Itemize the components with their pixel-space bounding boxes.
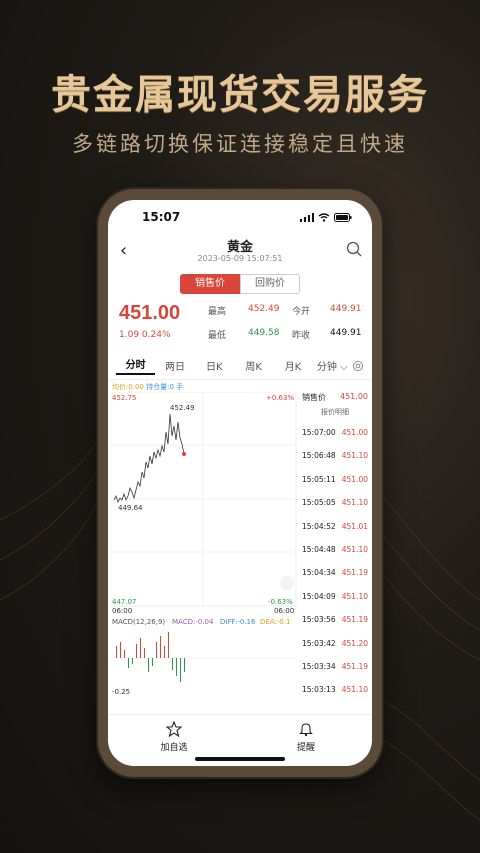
star-plus-icon (165, 720, 183, 738)
y-min-label: 447.07 (112, 598, 137, 606)
quote-panel: 451.00 1.09 0.24% 最高 452.49 今开 449.91 最低… (108, 300, 372, 350)
chart-legend: 均价:0.00 持仓量:0 手 (112, 382, 183, 392)
tick-list: 销售价 451.00 报价明细 15:07:00 451.00 15:06:48 4… (298, 390, 372, 702)
high-label: 最高 (208, 307, 227, 317)
alert-label: 提醒 (296, 743, 315, 753)
tick-row: 15:05:11 451.00 (302, 474, 368, 484)
bell-icon (299, 723, 313, 737)
tick-header-label: 销售价 (302, 393, 326, 402)
last-price-dot (182, 452, 186, 456)
tick-row: 15:04:09 451.10 (302, 591, 368, 601)
macd-value: MACD:-0.04 (172, 618, 214, 626)
chart-area: 均价:0.00 持仓量:0 手 452.75 +0.63% 447.07 -0.… (108, 380, 372, 700)
prev-close-label: 昨收 (292, 331, 311, 341)
tab-buyback-price[interactable]: 回购价 (240, 274, 300, 294)
dea-value: DEA:-0.1 (260, 618, 291, 626)
price-type-toggle: 销售价 回购价 (108, 274, 372, 294)
high-mark-label: 452.49 (170, 404, 195, 412)
add-favorite-label: 加自选 (160, 743, 188, 753)
page-title: 黄金 (226, 240, 253, 255)
intraday-chart[interactable]: 452.75 +0.63% 447.07 -0.63% 452.49 449.6… (110, 392, 298, 698)
status-bar: 15:07 (108, 200, 372, 234)
macd-min-label: -0.25 (112, 688, 130, 696)
tab-weekly-k[interactable]: 周K (234, 358, 273, 373)
macd-histogram (116, 632, 185, 682)
tick-row: 15:03:34 451.19 (302, 661, 368, 671)
headline: 贵金属现货交易服务 (51, 72, 429, 118)
tab-two-day[interactable]: 两日 (155, 358, 194, 373)
tab-daily-k[interactable]: 日K (195, 358, 234, 373)
tick-row: 15:04:34 451.19 (302, 568, 368, 578)
page-datetime: 2023-05-09 15:07:51 (197, 254, 283, 263)
phone-screen: 15:07 ‹ 黄金 2023-05-09 15:07:51 销售价 回购价 4… (108, 200, 372, 766)
tick-row: 15:04:52 451.01 (302, 521, 368, 531)
high-value: 452.49 (248, 304, 280, 314)
wifi-icon (318, 212, 330, 222)
diff-value: DIFF:-0.16 (220, 618, 256, 626)
tick-row: 15:07:00 451.00 (302, 428, 368, 437)
tab-monthly-k[interactable]: 月K (273, 358, 312, 373)
tick-row: 15:06:48 451.10 (302, 451, 368, 461)
macd-label: MACD(12,26,9) (112, 618, 165, 626)
avg-price-label: 均价:0.00 (112, 383, 144, 391)
chart-tool-icon[interactable] (280, 576, 294, 590)
y-min-pct-label: -0.63% (268, 598, 293, 606)
tick-row: 15:03:42 451.20 (302, 638, 368, 648)
tab-sale-price[interactable]: 销售价 (180, 274, 240, 294)
tab-minute[interactable]: 分钟 ⌵ (313, 358, 352, 373)
open-label: 今开 (292, 307, 311, 317)
time-end-label: 06:00 (274, 607, 294, 615)
tick-row: 15:04:48 451.10 (302, 544, 368, 554)
tick-row: 15:05:05 451.10 (302, 498, 368, 508)
tick-sub-title: 报价明细 (321, 408, 349, 416)
status-time: 15:07 (142, 210, 181, 224)
low-mark-label: 449.64 (118, 504, 143, 512)
current-price: 451.00 (119, 302, 181, 324)
open-value: 449.91 (330, 304, 362, 314)
low-value: 449.58 (248, 328, 280, 338)
bottom-action-bar: 加自选 提醒 (108, 714, 372, 754)
tick-header-value: 451.00 (340, 392, 368, 401)
nav-bar: ‹ 黄金 2023-05-09 15:07:51 (108, 234, 372, 268)
tab-intraday[interactable]: 分时 (116, 356, 156, 375)
tick-row: 15:03:56 451.19 (302, 615, 368, 625)
time-start-label: 06:00 (112, 607, 132, 615)
y-max-label: 452.75 (112, 394, 137, 402)
low-label: 最低 (208, 331, 227, 341)
home-indicator (195, 757, 285, 761)
alert-button[interactable]: 提醒 (240, 715, 372, 754)
search-icon[interactable] (346, 241, 362, 257)
price-change: 1.09 0.24% (119, 330, 171, 340)
period-tabs: 分时 两日 日K 周K 月K 分钟 ⌵ (108, 352, 372, 380)
battery-icon (334, 212, 352, 222)
prev-close-value: 449.91 (330, 328, 362, 338)
position-label: 持仓量:0 手 (146, 383, 184, 391)
y-max-pct-label: +0.63% (266, 394, 294, 402)
tick-row: 15:03:13 451.10 (302, 685, 368, 695)
subheadline: 多链路切换保证连接稳定且快速 (72, 132, 408, 156)
signal-icon (300, 212, 314, 222)
add-favorite-button[interactable]: 加自选 (108, 715, 240, 754)
settings-icon[interactable] (352, 360, 364, 372)
